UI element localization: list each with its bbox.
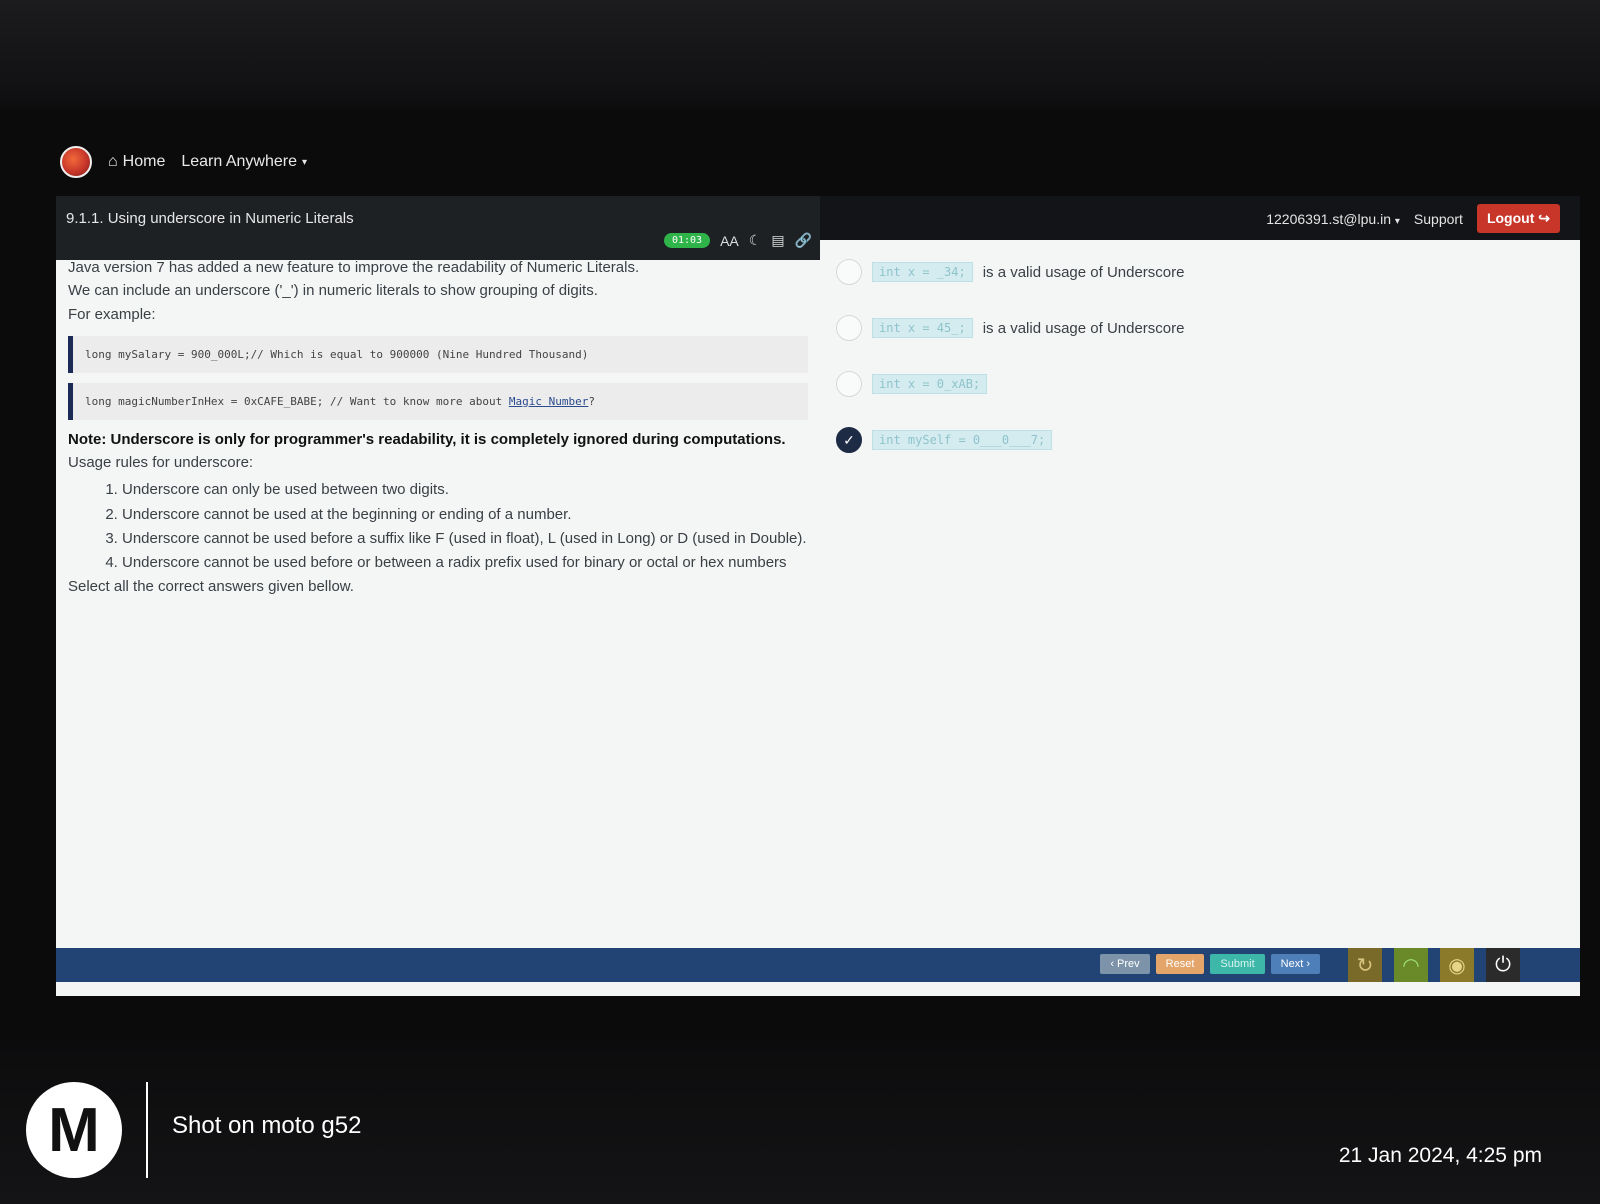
- power-icon[interactable]: ⏻: [1486, 948, 1520, 982]
- next-button[interactable]: Next ›: [1270, 954, 1320, 974]
- answer-option[interactable]: int x = 45_; is a valid usage of Undersc…: [836, 300, 1536, 356]
- logout-label: Logout: [1486, 210, 1535, 226]
- logout-button[interactable]: Logout ↪: [1476, 204, 1560, 233]
- answer-options: int x = _34; is a valid usage of Undersc…: [836, 244, 1536, 468]
- rule-item: Underscore can only be used between two …: [122, 478, 808, 501]
- instruction-text: Select all the correct answers given bel…: [68, 578, 354, 596]
- wifi-icon[interactable]: ◠: [1394, 948, 1428, 982]
- timer-badge: 01:03: [663, 233, 711, 248]
- user-email: 12206391.st@lpu.in: [1266, 210, 1391, 227]
- layout-icon[interactable]: ▤: [771, 232, 784, 249]
- option-checkbox[interactable]: [836, 259, 862, 285]
- option-text: is a valid usage of Underscore: [982, 263, 1185, 281]
- university-logo: [60, 146, 92, 178]
- intro-line-3: For example:: [68, 305, 156, 323]
- nav-buttons: ‹ Prev Reset Submit Next ›: [1100, 954, 1320, 974]
- answer-option[interactable]: ✓ int mySelf = 0___0___7;: [836, 412, 1536, 468]
- motorola-logo: M: [26, 1082, 122, 1178]
- option-code: int x = 45_;: [872, 318, 973, 338]
- option-code: int x = _34;: [872, 262, 973, 282]
- font-size-button[interactable]: AA: [720, 233, 739, 249]
- app-screen: 9.1.1. Using underscore in Numeric Liter…: [56, 196, 1580, 996]
- magic-number-link[interactable]: Magic Number: [509, 395, 588, 408]
- code-example-1: long mySalary = 900_000L;// Which is equ…: [68, 335, 808, 373]
- answer-option[interactable]: int x = _34; is a valid usage of Undersc…: [836, 244, 1536, 300]
- option-code: int mySelf = 0___0___7;: [872, 430, 1053, 450]
- home-link[interactable]: ⌂ Home: [108, 153, 165, 171]
- watermark-datetime: 21 Jan 2024, 4:25 pm: [1338, 1144, 1542, 1167]
- code-2-suffix: ?: [588, 394, 595, 408]
- rules-title: Usage rules for underscore:: [68, 454, 254, 472]
- option-code: int x = 0_xAB;: [872, 374, 988, 394]
- rule-item: Underscore cannot be used before or betw…: [122, 551, 808, 574]
- submit-button[interactable]: Submit: [1210, 954, 1265, 974]
- reset-button[interactable]: Reset: [1155, 954, 1205, 974]
- home-label: Home: [122, 153, 166, 170]
- top-nav: ⌂ Home Learn Anywhere ▾: [60, 142, 307, 182]
- bulb-icon[interactable]: ◉: [1440, 948, 1474, 982]
- option-checkbox[interactable]: [836, 371, 862, 397]
- rule-item: Underscore cannot be used at the beginni…: [122, 503, 808, 526]
- photo-background: [0, 0, 1600, 120]
- code-2-text: long magicNumberInHex = 0xCAFE_BABE; // …: [85, 394, 509, 408]
- link-icon[interactable]: 🔗: [795, 232, 812, 249]
- watermark-device: Shot on moto g52: [172, 1112, 362, 1139]
- user-menu[interactable]: 12206391.st@lpu.in ▾: [1266, 211, 1400, 227]
- option-checkbox[interactable]: [836, 315, 862, 341]
- note-text: Note: Underscore is only for programmer'…: [68, 430, 786, 448]
- lesson-content: Java version 7 has added a new feature t…: [68, 256, 808, 599]
- rules-list: Underscore can only be used between two …: [68, 478, 808, 574]
- intro-line-1: Java version 7 has added a new feature t…: [68, 259, 640, 276]
- account-bar: 12206391.st@lpu.in ▾ Support Logout ↪: [1266, 204, 1560, 233]
- caret-down-icon: ▾: [1394, 215, 1400, 227]
- dark-mode-icon[interactable]: ☾: [749, 232, 762, 249]
- bottom-toolbar: ‹ Prev Reset Submit Next › ↻ ◠ ◉ ⏻: [56, 948, 1580, 982]
- option-text: is a valid usage of Underscore: [982, 319, 1185, 337]
- learn-anywhere-label: Learn Anywhere: [181, 153, 297, 170]
- option-checkbox[interactable]: ✓: [836, 427, 862, 453]
- rule-item: Underscore cannot be used before a suffi…: [122, 527, 808, 550]
- watermark-divider: [146, 1082, 148, 1178]
- answer-option[interactable]: int x = 0_xAB;: [836, 356, 1536, 412]
- caret-down-icon: ▾: [302, 156, 308, 168]
- home-icon: ⌂: [108, 153, 118, 170]
- intro-line-2: We can include an underscore ('_') in nu…: [68, 282, 598, 300]
- lesson-header: 9.1.1. Using underscore in Numeric Liter…: [56, 196, 820, 260]
- prev-button[interactable]: ‹ Prev: [1100, 954, 1150, 974]
- logout-icon: ↪: [1538, 210, 1550, 226]
- code-example-2: long magicNumberInHex = 0xCAFE_BABE; // …: [68, 382, 808, 420]
- refresh-icon[interactable]: ↻: [1348, 948, 1382, 982]
- toolbar-icons: ↻ ◠ ◉ ⏻: [1348, 948, 1520, 982]
- lesson-title: 9.1.1. Using underscore in Numeric Liter…: [66, 210, 354, 227]
- support-link[interactable]: Support: [1414, 211, 1463, 227]
- learn-anywhere-menu[interactable]: Learn Anywhere ▾: [181, 153, 307, 171]
- lesson-tools: 01:03 AA ☾ ▤ 🔗: [663, 232, 812, 249]
